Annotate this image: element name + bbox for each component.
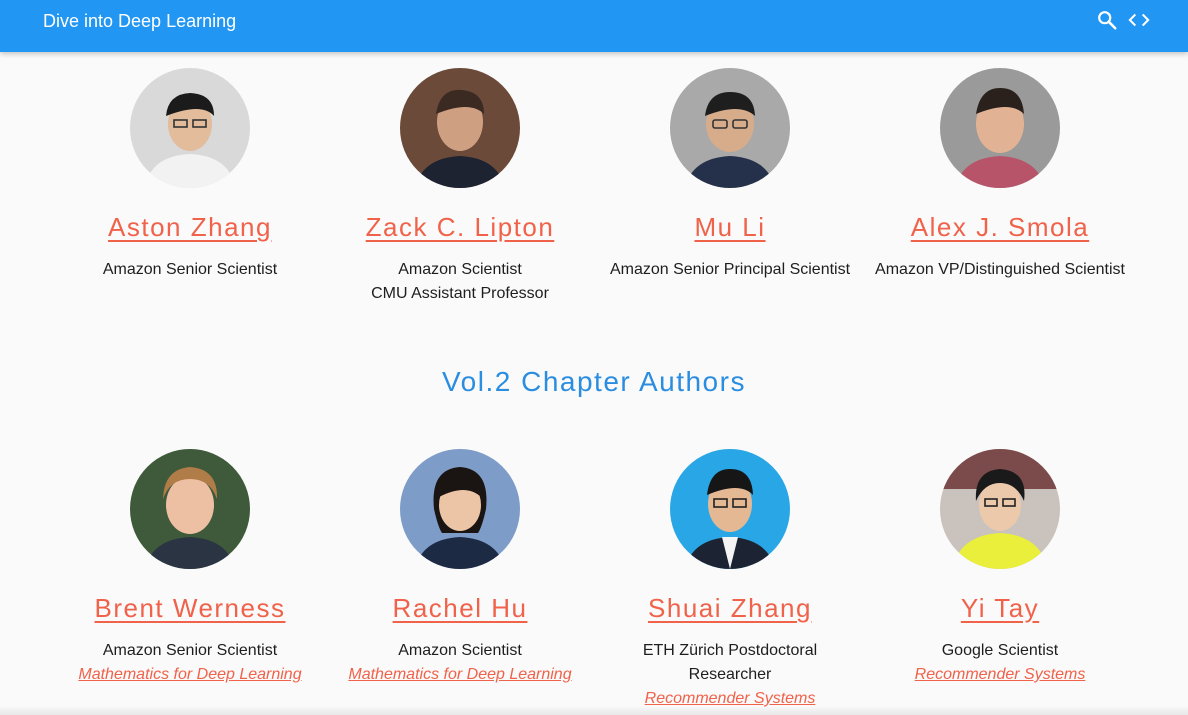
- author-name-link[interactable]: Aston Zhang: [108, 212, 272, 242]
- author-photo: [940, 68, 1060, 188]
- author-roles: Amazon Scientist Mathematics for Deep Le…: [325, 639, 595, 687]
- author-role: Amazon Senior Principal Scientist: [609, 261, 851, 278]
- author-card: Alex J. Smola Amazon VP/Distinguished Sc…: [865, 68, 1135, 282]
- author-photo: [670, 449, 790, 569]
- author-role: Amazon VP/Distinguished Scientist: [875, 261, 1125, 278]
- author-role: Amazon Scientist: [398, 261, 522, 278]
- author-photo: [940, 449, 1060, 569]
- author-card: Aston Zhang Amazon Senior Scientist: [55, 68, 325, 282]
- author-photo: [670, 68, 790, 188]
- code-icon[interactable]: [1128, 9, 1150, 31]
- author-card: Rachel Hu Amazon Scientist Mathematics f…: [325, 449, 595, 687]
- author-name-link[interactable]: Yi Tay: [961, 593, 1039, 623]
- author-name-link[interactable]: Rachel Hu: [393, 593, 528, 623]
- author-topic-link[interactable]: Mathematics for Deep Learning: [55, 663, 325, 687]
- author-photo: [130, 449, 250, 569]
- author-card: Yi Tay Google Scientist Recommender Syst…: [865, 449, 1135, 687]
- top-app-bar: Dive into Deep Learning: [0, 0, 1188, 52]
- bottom-shadow: [0, 706, 1188, 715]
- author-roles: Amazon Senior Scientist: [55, 258, 325, 282]
- section-title: Vol.2 Chapter Authors: [442, 366, 746, 397]
- author-photo: [400, 449, 520, 569]
- author-roles: Amazon VP/Distinguished Scientist: [865, 258, 1135, 282]
- author-role: CMU Assistant Professor: [371, 285, 549, 302]
- author-topic-link[interactable]: Mathematics for Deep Learning: [325, 663, 595, 687]
- author-photo: [130, 68, 250, 188]
- author-roles: Google Scientist Recommender Systems: [865, 639, 1135, 687]
- author-role: Amazon Senior Scientist: [102, 642, 278, 659]
- author-roles: ETH Zürich Postdoctoral Researcher Recom…: [595, 639, 865, 711]
- author-name-link[interactable]: Brent Werness: [95, 593, 286, 623]
- site-title[interactable]: Dive into Deep Learning: [43, 10, 236, 32]
- author-name-link[interactable]: Mu Li: [694, 212, 765, 242]
- author-name-link[interactable]: Alex J. Smola: [911, 212, 1089, 242]
- author-name-link[interactable]: Zack C. Lipton: [366, 212, 555, 242]
- author-roles: Amazon Scientist CMU Assistant Professor: [325, 258, 595, 306]
- author-role: Google Scientist: [941, 642, 1059, 659]
- author-name-link[interactable]: Shuai Zhang: [648, 593, 812, 623]
- author-topic-link[interactable]: Recommender Systems: [865, 663, 1135, 687]
- author-photo: [400, 68, 520, 188]
- author-role: Amazon Senior Scientist: [102, 261, 278, 278]
- author-card: Brent Werness Amazon Senior Scientist Ma…: [55, 449, 325, 687]
- author-role: Amazon Scientist: [398, 642, 522, 659]
- author-card: Zack C. Lipton Amazon Scientist CMU Assi…: [325, 68, 595, 306]
- author-role: ETH Zürich Postdoctoral: [642, 642, 818, 659]
- author-card: Mu Li Amazon Senior Principal Scientist: [595, 68, 865, 282]
- author-role: Researcher: [688, 666, 772, 683]
- author-roles: Amazon Senior Principal Scientist: [595, 258, 865, 282]
- author-card: Shuai Zhang ETH Zürich Postdoctoral Rese…: [595, 449, 865, 711]
- search-icon[interactable]: [1096, 9, 1118, 31]
- author-roles: Amazon Senior Scientist Mathematics for …: [55, 639, 325, 687]
